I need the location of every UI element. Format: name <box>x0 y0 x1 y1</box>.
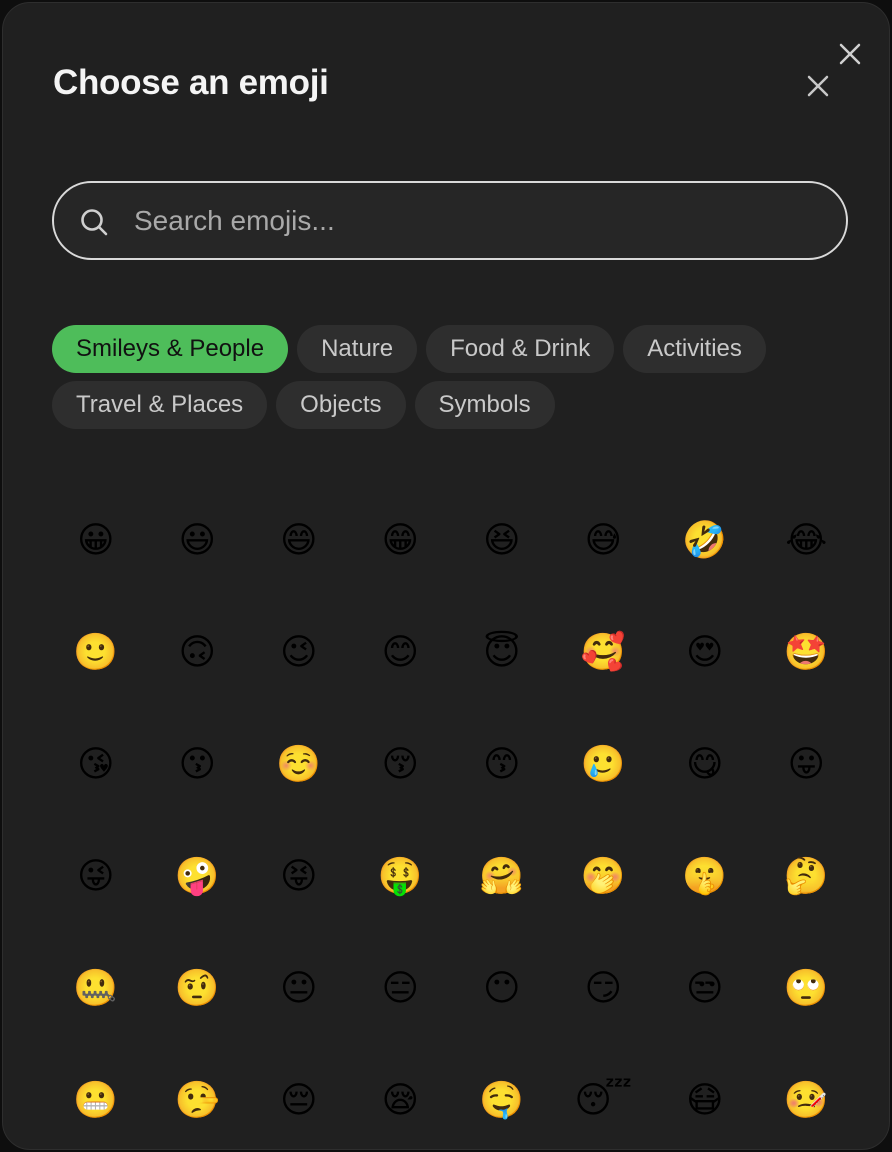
emoji-button[interactable]: 😒 <box>654 933 756 1045</box>
close-icon-glyph <box>839 43 861 65</box>
emoji-button[interactable]: 😐 <box>248 933 350 1045</box>
search-input[interactable] <box>134 183 814 258</box>
close-icon <box>807 75 829 97</box>
search-icon <box>81 209 108 236</box>
tab-objects[interactable]: Objects <box>276 381 406 429</box>
emoji-button[interactable]: 🤑 <box>350 821 452 933</box>
tab-symbols[interactable]: Symbols <box>414 381 555 429</box>
emoji-grid: 😀 😃 😄 😁 😆 😅 🤣 😂 🙂 🙃 😉 😊 😇 🥰 😍 🤩 😘 😗 ☺️ 😚 😙 🥲 😋 😛 😜 🤪 😝 🤑 🤗 🤭 🤫 🤔 🤐 🤨 😐 😑 😶 😏 😒… <box>45 485 858 1149</box>
emoji-button[interactable]: 🤔 <box>756 821 858 933</box>
tab-activities[interactable]: Activities <box>623 325 766 373</box>
dialog-title: Choose an emoji <box>53 63 329 102</box>
emoji-button[interactable]: 😛 <box>756 709 858 821</box>
emoji-button[interactable]: 🥲 <box>553 709 655 821</box>
emoji-button[interactable]: 🤒 <box>756 1045 858 1149</box>
emoji-button[interactable]: 😘 <box>45 709 147 821</box>
emoji-button[interactable]: 😍 <box>654 597 756 709</box>
emoji-button[interactable]: 🥰 <box>553 597 655 709</box>
close-button[interactable] <box>803 71 833 101</box>
emoji-button[interactable]: 🤪 <box>147 821 249 933</box>
emoji-button[interactable]: 🙄 <box>756 933 858 1045</box>
tab-travel-places[interactable]: Travel & Places <box>52 381 268 429</box>
emoji-button[interactable]: 🙂 <box>45 597 147 709</box>
emoji-button[interactable]: 🤥 <box>147 1045 249 1149</box>
emoji-button[interactable]: 😝 <box>248 821 350 933</box>
emoji-button[interactable]: 😪 <box>350 1045 452 1149</box>
emoji-button[interactable]: 😆 <box>451 485 553 597</box>
emoji-button[interactable]: 🤣 <box>654 485 756 597</box>
emoji-button[interactable]: 😶 <box>451 933 553 1045</box>
emoji-button[interactable]: 😀 <box>45 485 147 597</box>
emoji-button[interactable]: 😑 <box>350 933 452 1045</box>
emoji-button[interactable]: 🤭 <box>553 821 655 933</box>
emoji-button[interactable]: 😙 <box>451 709 553 821</box>
emoji-button[interactable]: 😋 <box>654 709 756 821</box>
emoji-button[interactable]: 😏 <box>553 933 655 1045</box>
emoji-button[interactable]: ☺️ <box>248 709 350 821</box>
emoji-button[interactable]: 😜 <box>45 821 147 933</box>
emoji-button[interactable]: 😅 <box>553 485 655 597</box>
emoji-button[interactable]: 😊 <box>350 597 452 709</box>
emoji-button[interactable]: 🤐 <box>45 933 147 1045</box>
emoji-button[interactable]: 😁 <box>350 485 452 597</box>
emoji-button[interactable]: 😷 <box>654 1045 756 1149</box>
close-icon[interactable] <box>835 39 865 69</box>
tab-smileys-people[interactable]: Smileys & People <box>52 325 289 373</box>
category-tabs: Smileys & People Nature Food & Drink Act… <box>52 325 832 429</box>
tab-nature[interactable]: Nature <box>297 325 418 373</box>
emoji-button[interactable]: 😉 <box>248 597 350 709</box>
emoji-button[interactable]: 🤨 <box>147 933 249 1045</box>
emoji-button[interactable]: 🤩 <box>756 597 858 709</box>
emoji-button[interactable]: 🤗 <box>451 821 553 933</box>
emoji-button[interactable]: 😴 <box>553 1045 655 1149</box>
search-box <box>52 181 848 260</box>
emoji-button[interactable]: 😚 <box>350 709 452 821</box>
emoji-button[interactable]: 😄 <box>248 485 350 597</box>
emoji-button[interactable]: 🤫 <box>654 821 756 933</box>
emoji-button[interactable]: 😂 <box>756 485 858 597</box>
emoji-button[interactable]: 🤤 <box>451 1045 553 1149</box>
emoji-button[interactable]: 😔 <box>248 1045 350 1149</box>
emoji-button[interactable]: 😇 <box>451 597 553 709</box>
tab-food-drink[interactable]: Food & Drink <box>426 325 615 373</box>
emoji-button[interactable]: 😗 <box>147 709 249 821</box>
emoji-button[interactable]: 🙃 <box>147 597 249 709</box>
emoji-picker-dialog: Choose an emoji Smileys & People Nature … <box>2 2 890 1150</box>
emoji-button[interactable]: 😃 <box>147 485 249 597</box>
emoji-button[interactable]: 😬 <box>45 1045 147 1149</box>
